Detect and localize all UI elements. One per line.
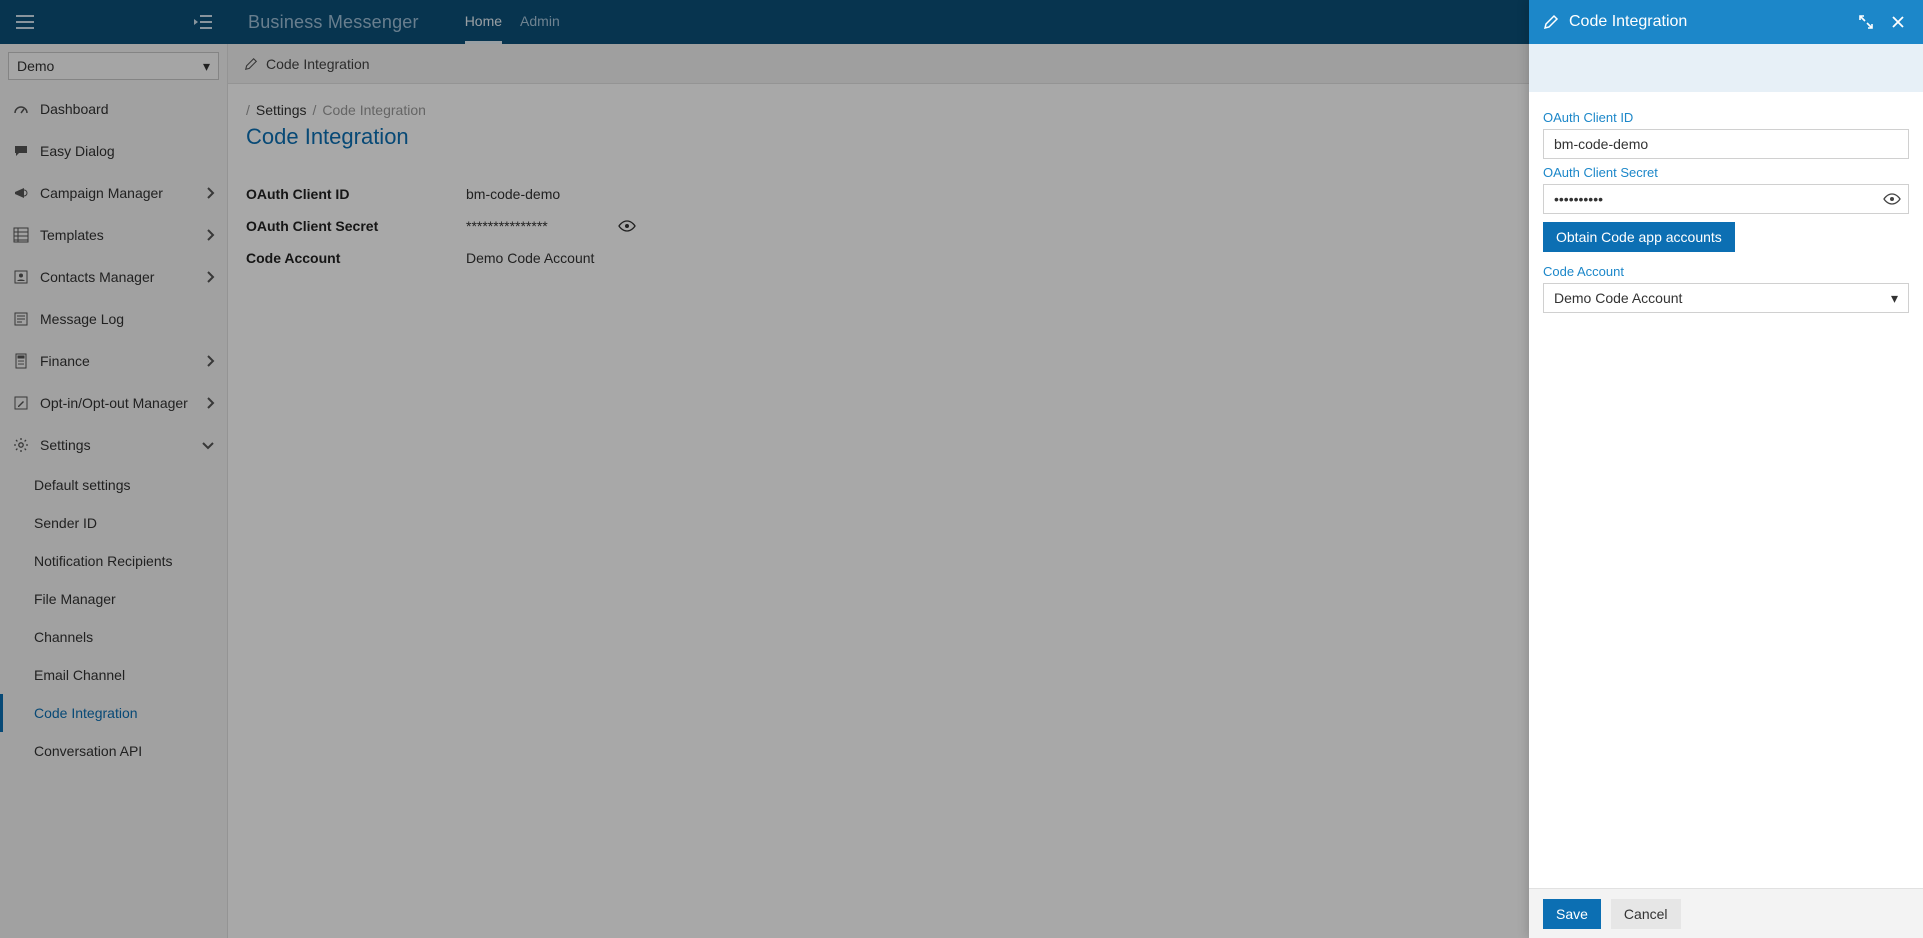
close-icon[interactable] [1887,11,1909,33]
megaphone-icon [12,184,30,202]
eye-icon[interactable] [618,220,636,232]
client-secret-wrap [1543,184,1909,214]
breadcrumb-parent[interactable]: Settings [256,102,307,118]
sidebar-item-label: Code Integration [34,705,138,721]
chat-icon [12,142,30,160]
client-id-input[interactable] [1543,129,1909,159]
scope-select[interactable]: Demo ▾ [8,52,219,80]
sidebar-item-dashboard[interactable]: Dashboard [0,88,227,130]
menu-toggle-icon[interactable] [14,11,36,33]
sidebar-item-finance[interactable]: Finance [0,340,227,382]
calculator-icon [12,352,30,370]
chevron-right-icon [205,396,215,410]
sidebar-item-easy-dialog[interactable]: Easy Dialog [0,130,227,172]
chevron-right-icon [205,270,215,284]
panel-footer: Save Cancel [1529,888,1923,938]
sidebar-item-label: Default settings [34,477,131,493]
caret-down-icon: ▾ [1891,290,1898,307]
account-select-value: Demo Code Account [1554,290,1682,306]
field-label-client-secret: OAuth Client Secret [1543,165,1909,180]
sidebar-toggle-zone [0,11,228,33]
sidebar-item-campaign-manager[interactable]: Campaign Manager [0,172,227,214]
detail-value: Demo Code Account [466,250,594,266]
field-label-account: Code Account [1543,264,1909,279]
sidebar-item-label: File Manager [34,591,116,607]
sidebar-item-label: Contacts Manager [40,269,154,285]
sidebar-item-templates[interactable]: Templates [0,214,227,256]
breadcrumb-sep: / [246,102,250,118]
sidebar-item-settings[interactable]: Settings [0,424,227,466]
sidebar-sub-code-integration[interactable]: Code Integration [0,694,227,732]
grid-icon [12,226,30,244]
account-select[interactable]: Demo Code Account ▾ [1543,283,1909,313]
detail-label: OAuth Client Secret [246,218,466,234]
sidebar-item-label: Channels [34,629,93,645]
sidebar-nav: Dashboard Easy Dialog Campaign Manager T… [0,88,227,938]
panel-header: Code Integration [1529,0,1923,44]
cancel-button[interactable]: Cancel [1611,899,1681,929]
sidebar-item-label: Email Channel [34,667,125,683]
sidebar-sub-default-settings[interactable]: Default settings [0,466,227,504]
pencil-icon [244,57,258,71]
field-label-client-id: OAuth Client ID [1543,110,1909,125]
top-tabs: Home Admin [437,0,560,44]
content-header-title: Code Integration [266,56,370,72]
panel-strip [1529,44,1923,92]
sidebar-item-label: Sender ID [34,515,97,531]
obtain-accounts-button[interactable]: Obtain Code app accounts [1543,222,1735,252]
gear-icon [12,436,30,454]
sidebar-item-label: Notification Recipients [34,553,173,569]
panel-title: Code Integration [1569,13,1845,31]
chevron-right-icon [205,186,215,200]
chevron-right-icon [205,354,215,368]
sidebar-item-label: Conversation API [34,743,142,759]
chevron-right-icon [205,228,215,242]
sidebar-item-label: Dashboard [40,101,109,117]
pencil-icon [1543,14,1559,30]
eye-icon[interactable] [1883,193,1901,205]
panel-body: OAuth Client ID OAuth Client Secret Obta… [1529,92,1923,888]
sidebar: Demo ▾ Dashboard Easy Dialog Campaign Ma… [0,44,228,938]
client-secret-input[interactable] [1543,184,1909,214]
edit-square-icon [12,394,30,412]
sidebar-settings-children: Default settings Sender ID Notification … [0,466,227,770]
gauge-icon [12,100,30,118]
sidebar-item-label: Message Log [40,311,124,327]
app-name: Business Messenger [228,12,437,33]
sidebar-item-label: Campaign Manager [40,185,163,201]
tab-home[interactable]: Home [465,0,502,44]
detail-label: OAuth Client ID [246,186,466,202]
detail-value: *************** [466,218,548,234]
sidebar-sub-conversation-api[interactable]: Conversation API [0,732,227,770]
caret-down-icon: ▾ [203,58,210,75]
scope-selected: Demo [17,58,54,74]
sidebar-item-label: Settings [40,437,91,453]
sidebar-item-label: Finance [40,353,90,369]
breadcrumb-current: Code Integration [322,102,426,118]
detail-value: bm-code-demo [466,186,560,202]
expand-icon[interactable] [1855,11,1877,33]
sidebar-sub-notification-recipients[interactable]: Notification Recipients [0,542,227,580]
contacts-icon [12,268,30,286]
breadcrumb-sep: / [312,102,316,118]
sidebar-item-label: Templates [40,227,104,243]
sidebar-sub-file-manager[interactable]: File Manager [0,580,227,618]
sidebar-item-contacts-manager[interactable]: Contacts Manager [0,256,227,298]
log-icon [12,310,30,328]
detail-label: Code Account [246,250,466,266]
chevron-down-icon [201,440,215,450]
sidebar-sub-channels[interactable]: Channels [0,618,227,656]
sidebar-sub-sender-id[interactable]: Sender ID [0,504,227,542]
indent-toggle-icon[interactable] [192,11,214,33]
save-button[interactable]: Save [1543,899,1601,929]
sidebar-item-label: Easy Dialog [40,143,115,159]
sidebar-item-optin-manager[interactable]: Opt-in/Opt-out Manager [0,382,227,424]
tab-admin[interactable]: Admin [520,0,560,44]
sidebar-item-label: Opt-in/Opt-out Manager [40,395,188,411]
sidebar-item-message-log[interactable]: Message Log [0,298,227,340]
edit-panel: Code Integration OAuth Client ID OAuth C… [1529,0,1923,938]
sidebar-sub-email-channel[interactable]: Email Channel [0,656,227,694]
